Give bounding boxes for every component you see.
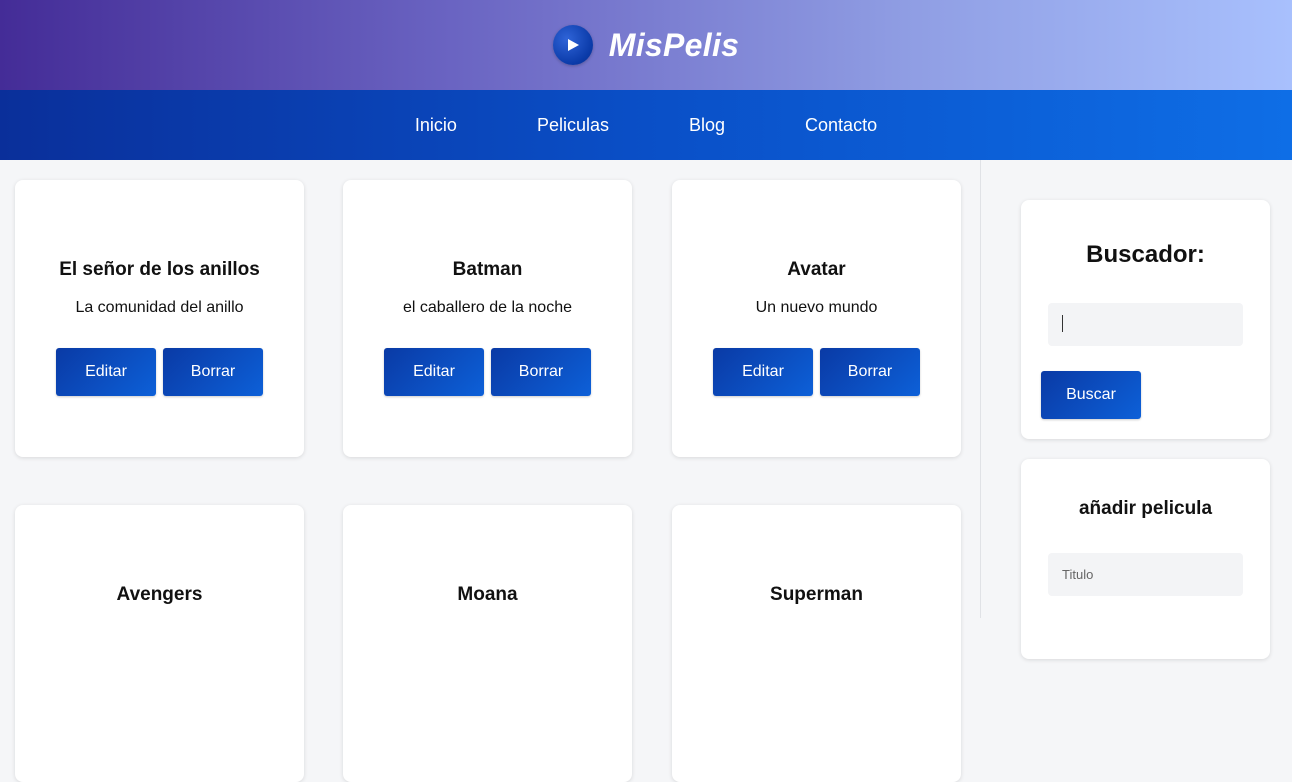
edit-button[interactable]: Editar <box>56 348 156 396</box>
movie-card: Moana <box>343 505 632 782</box>
movie-subtitle: Un nuevo mundo <box>755 299 878 316</box>
search-input[interactable] <box>1048 303 1243 346</box>
site-header: MisPelis <box>0 0 1292 90</box>
nav-item-contacto[interactable]: Contacto <box>805 115 877 136</box>
movie-card: Avengers <box>15 505 304 782</box>
add-movie-widget: añadir pelicula <box>1021 459 1270 659</box>
movie-title: El señor de los anillos <box>59 259 260 280</box>
add-movie-title: añadir pelicula <box>1078 498 1213 519</box>
movie-title: Superman <box>770 584 863 605</box>
movie-card: Batman el caballero de la noche Editar B… <box>343 180 632 457</box>
search-button[interactable]: Buscar <box>1041 371 1141 419</box>
brand-name: MisPelis <box>608 26 740 63</box>
delete-button[interactable]: Borrar <box>491 348 591 396</box>
text-caret <box>1062 315 1063 332</box>
title-field[interactable] <box>1048 553 1243 596</box>
movie-subtitle: La comunidad del anillo <box>75 299 244 316</box>
edit-button[interactable]: Editar <box>384 348 484 396</box>
edit-button[interactable]: Editar <box>713 348 813 396</box>
movie-card: Avatar Un nuevo mundo Editar Borrar <box>672 180 961 457</box>
movie-card: El señor de los anillos La comunidad del… <box>15 180 304 457</box>
nav-item-peliculas[interactable]: Peliculas <box>537 115 609 136</box>
movie-title: Avatar <box>787 259 846 280</box>
search-widget: Buscador: Buscar <box>1021 200 1270 439</box>
movie-subtitle: el caballero de la noche <box>402 299 572 316</box>
delete-button[interactable]: Borrar <box>163 348 263 396</box>
movie-card: Superman <box>672 505 961 782</box>
movie-title: Avengers <box>116 584 203 605</box>
logo[interactable]: MisPelis <box>552 25 740 65</box>
sidebar: Buscador: Buscar añadir pelicula <box>981 160 1292 659</box>
play-icon <box>552 25 593 65</box>
nav-item-blog[interactable]: Blog <box>689 115 725 136</box>
search-title: Buscador: <box>1086 241 1205 268</box>
delete-button[interactable]: Borrar <box>820 348 920 396</box>
movie-title: Moana <box>457 584 518 605</box>
movies-grid: El señor de los anillos La comunidad del… <box>0 160 980 782</box>
main-nav: Inicio Peliculas Blog Contacto <box>0 90 1292 160</box>
movie-title: Batman <box>452 259 523 280</box>
nav-item-inicio[interactable]: Inicio <box>415 115 457 136</box>
